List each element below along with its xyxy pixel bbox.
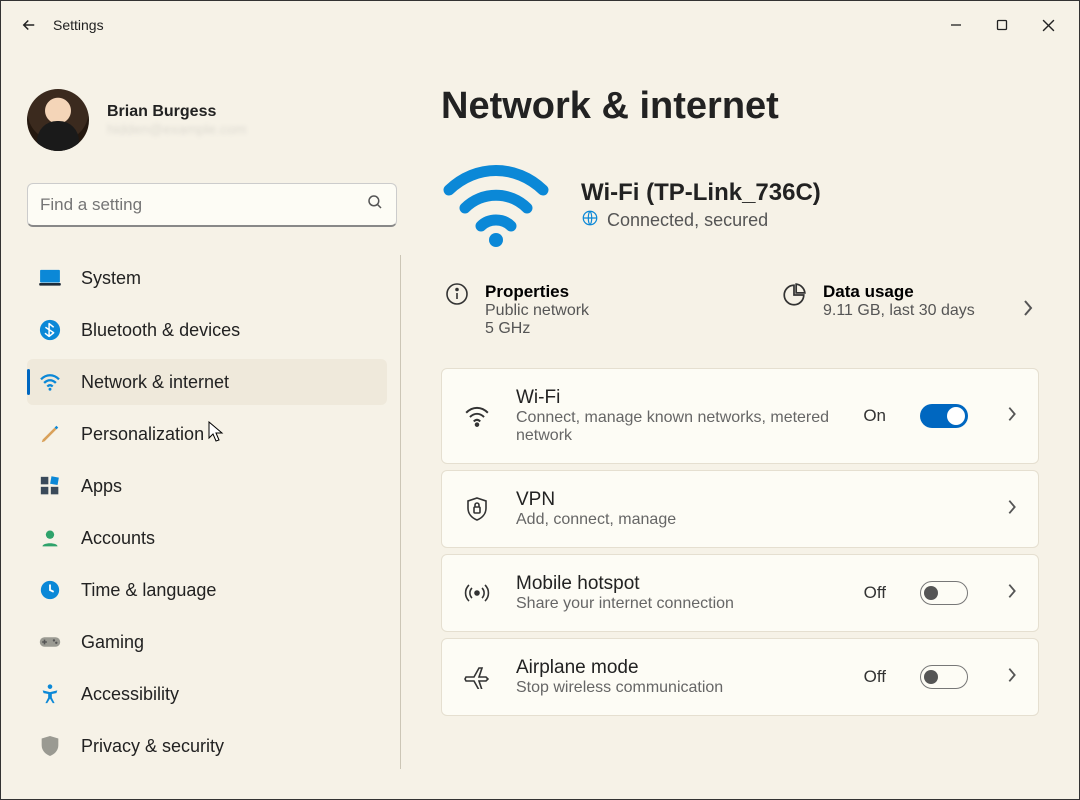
- chevron-right-icon[interactable]: [1006, 405, 1018, 428]
- sidebar-item-label: Time & language: [81, 580, 216, 601]
- window-title: Settings: [53, 17, 104, 33]
- hotspot-toggle[interactable]: [920, 581, 968, 605]
- minimize-button[interactable]: [933, 9, 979, 41]
- card-vpn[interactable]: VPN Add, connect, manage: [441, 470, 1039, 548]
- shield-lock-icon: [462, 496, 492, 522]
- card-airplane[interactable]: Airplane mode Stop wireless communicatio…: [441, 638, 1039, 716]
- card-title: Mobile hotspot: [516, 573, 840, 595]
- sidebar-item-apps[interactable]: Apps: [27, 463, 387, 509]
- pie-icon: [781, 282, 807, 313]
- sidebar-item-label: Personalization: [81, 424, 204, 445]
- card-title: Airplane mode: [516, 657, 840, 679]
- accounts-icon: [39, 527, 61, 549]
- close-button[interactable]: [1025, 9, 1071, 41]
- page-heading: Network & internet: [441, 85, 1039, 128]
- time-language-icon: [39, 579, 61, 601]
- sidebar-item-label: Accounts: [81, 528, 155, 549]
- chevron-right-icon[interactable]: [1021, 298, 1035, 323]
- apps-icon: [39, 475, 61, 497]
- avatar: [27, 89, 89, 151]
- toggle-label: Off: [864, 667, 886, 687]
- content: Network & internet Wi-Fi (TP-Link_736C) …: [401, 49, 1079, 799]
- titlebar: Settings: [1, 1, 1079, 49]
- data-usage-block[interactable]: Data usage 9.11 GB, last 30 days: [781, 282, 1001, 320]
- data-usage-line: 9.11 GB, last 30 days: [823, 302, 975, 320]
- card-wifi[interactable]: Wi-Fi Connect, manage known networks, me…: [441, 368, 1039, 464]
- nav: System Bluetooth & devices Network & int…: [27, 255, 401, 769]
- globe-icon: [581, 209, 599, 232]
- chevron-right-icon[interactable]: [1006, 666, 1018, 689]
- sidebar-item-label: Network & internet: [81, 372, 229, 393]
- airplane-toggle[interactable]: [920, 665, 968, 689]
- network-name: Wi-Fi (TP-Link_736C): [581, 179, 821, 207]
- sidebar-item-label: Accessibility: [81, 684, 179, 705]
- card-sub: Connect, manage known networks, metered …: [516, 409, 839, 445]
- sidebar-item-label: System: [81, 268, 141, 289]
- card-hotspot[interactable]: Mobile hotspot Share your internet conne…: [441, 554, 1039, 632]
- bluetooth-icon: [39, 319, 61, 341]
- sidebar-item-accessibility[interactable]: Accessibility: [27, 671, 387, 717]
- system-icon: [39, 267, 61, 289]
- search-box[interactable]: [27, 183, 397, 227]
- info-row: Properties Public network 5 GHz Data usa…: [441, 274, 1039, 358]
- hotspot-icon: [462, 582, 492, 604]
- chevron-right-icon[interactable]: [1006, 582, 1018, 605]
- sidebar-item-gaming[interactable]: Gaming: [27, 619, 387, 665]
- current-network: Wi-Fi (TP-Link_736C) Connected, secured: [441, 160, 1039, 250]
- sidebar-item-bluetooth[interactable]: Bluetooth & devices: [27, 307, 387, 353]
- chevron-right-icon[interactable]: [1006, 498, 1018, 521]
- back-button[interactable]: [9, 5, 49, 45]
- sidebar-item-personalization[interactable]: Personalization: [27, 411, 387, 457]
- user-block[interactable]: Brian Burgess hidden@example.com: [27, 89, 401, 151]
- maximize-button[interactable]: [979, 9, 1025, 41]
- sidebar-item-network[interactable]: Network & internet: [27, 359, 387, 405]
- sidebar-item-accounts[interactable]: Accounts: [27, 515, 387, 561]
- card-sub: Stop wireless communication: [516, 679, 840, 697]
- network-status-row: Connected, secured: [581, 209, 821, 232]
- personalization-icon: [39, 423, 61, 445]
- settings-cards: Wi-Fi Connect, manage known networks, me…: [441, 368, 1039, 716]
- sidebar-item-label: Bluetooth & devices: [81, 320, 240, 341]
- card-sub: Share your internet connection: [516, 595, 840, 613]
- properties-line2: 5 GHz: [485, 320, 589, 338]
- sidebar-item-label: Privacy & security: [81, 736, 224, 757]
- sidebar-item-system[interactable]: System: [27, 255, 387, 301]
- airplane-icon: [462, 665, 492, 689]
- card-title: VPN: [516, 489, 982, 511]
- sidebar-item-privacy[interactable]: Privacy & security: [27, 723, 387, 769]
- user-email: hidden@example.com: [107, 121, 247, 137]
- toggle-label: Off: [864, 583, 886, 603]
- wifi-icon: [462, 405, 492, 427]
- card-title: Wi-Fi: [516, 387, 839, 409]
- sidebar-item-label: Apps: [81, 476, 122, 497]
- data-usage-title: Data usage: [823, 282, 975, 302]
- window-controls: [933, 9, 1071, 41]
- search-icon: [366, 193, 384, 216]
- sidebar-item-label: Gaming: [81, 632, 144, 653]
- card-sub: Add, connect, manage: [516, 511, 982, 529]
- privacy-icon: [39, 735, 61, 757]
- accessibility-icon: [39, 683, 61, 705]
- wifi-icon: [39, 371, 61, 393]
- sidebar: Brian Burgess hidden@example.com System: [1, 49, 401, 799]
- network-status: Connected, secured: [607, 210, 768, 231]
- wifi-toggle[interactable]: [920, 404, 968, 428]
- sidebar-item-time-language[interactable]: Time & language: [27, 567, 387, 613]
- toggle-label: On: [863, 406, 886, 426]
- wifi-large-icon: [441, 160, 551, 250]
- properties-title: Properties: [485, 282, 589, 302]
- search-input[interactable]: [40, 195, 366, 215]
- user-name: Brian Burgess: [107, 103, 247, 121]
- properties-block[interactable]: Properties Public network 5 GHz: [445, 282, 761, 338]
- gaming-icon: [39, 631, 61, 653]
- properties-line1: Public network: [485, 302, 589, 320]
- info-icon: [445, 282, 469, 311]
